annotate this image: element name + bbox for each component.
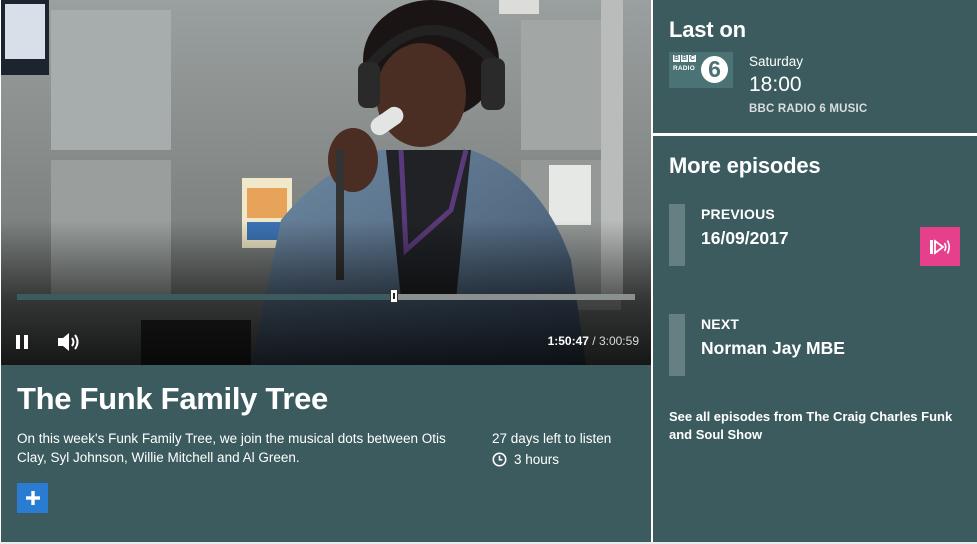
duration-text: 3 hours [514,452,560,467]
logo-letter: B [673,55,680,62]
listen-button[interactable] [920,227,960,266]
last-on-station[interactable]: BBC RADIO 6 MUSIC [749,103,867,115]
progress-scrubber-handle[interactable] [389,289,398,303]
pause-icon [16,335,20,349]
previous-label: PREVIOUS [701,206,775,222]
logo-letter: B [681,55,688,62]
more-episodes-heading: More episodes [669,153,821,178]
pause-button[interactable] [15,334,31,352]
plus-icon [25,491,40,505]
previous-episode-link[interactable]: 16/09/2017 [701,228,789,249]
see-all-episodes-link[interactable]: See all episodes from The Craig Charles … [669,408,959,444]
episode-description: On this week's Funk Family Tree, we join… [17,431,446,465]
volume-button[interactable] [56,331,84,353]
pause-icon-bar [24,335,28,349]
next-label: NEXT [701,316,740,332]
media-player[interactable]: 1:50:47 / 3:00:59 [1,0,651,365]
bbc-radio-6-music-logo[interactable]: B B C RADIO 6 [669,52,733,88]
last-on-heading: Last on [669,17,746,42]
next-episode-marker [669,314,685,376]
logo-six-circle: 6 [701,56,728,83]
duration: 3 hours [492,452,559,467]
play-radio-icon [930,238,951,255]
episode-info-panel: The Funk Family Tree On this week's Funk… [1,365,651,542]
logo-letter: C [689,55,696,62]
logo-radio-word: RADIO [673,65,695,72]
elapsed-time: 1:50:47 [547,334,589,348]
previous-episode-marker [669,204,685,266]
last-on-day: Saturday [749,54,804,69]
add-to-list-button[interactable] [17,483,48,513]
last-on-panel: Last on B B C RADIO 6 Saturday 18:00 BBC… [653,0,977,133]
progress-bar[interactable] [17,289,635,303]
progress-fill [17,294,394,300]
speaker-volume-icon [58,333,79,351]
time-readout: 1:50:47 / 3:00:59 [547,334,639,348]
availability-text: 27 days left to listen [492,431,612,446]
last-on-time: 18:00 [749,73,802,96]
more-episodes-panel: More episodes PREVIOUS 16/09/2017 NEXT N… [653,136,977,542]
next-episode-link[interactable]: Norman Jay MBE [701,338,845,359]
episode-title: The Funk Family Tree [17,381,328,416]
clock-icon [492,452,507,467]
logo-number: 6 [708,56,721,82]
total-time: 3:00:59 [598,334,639,348]
